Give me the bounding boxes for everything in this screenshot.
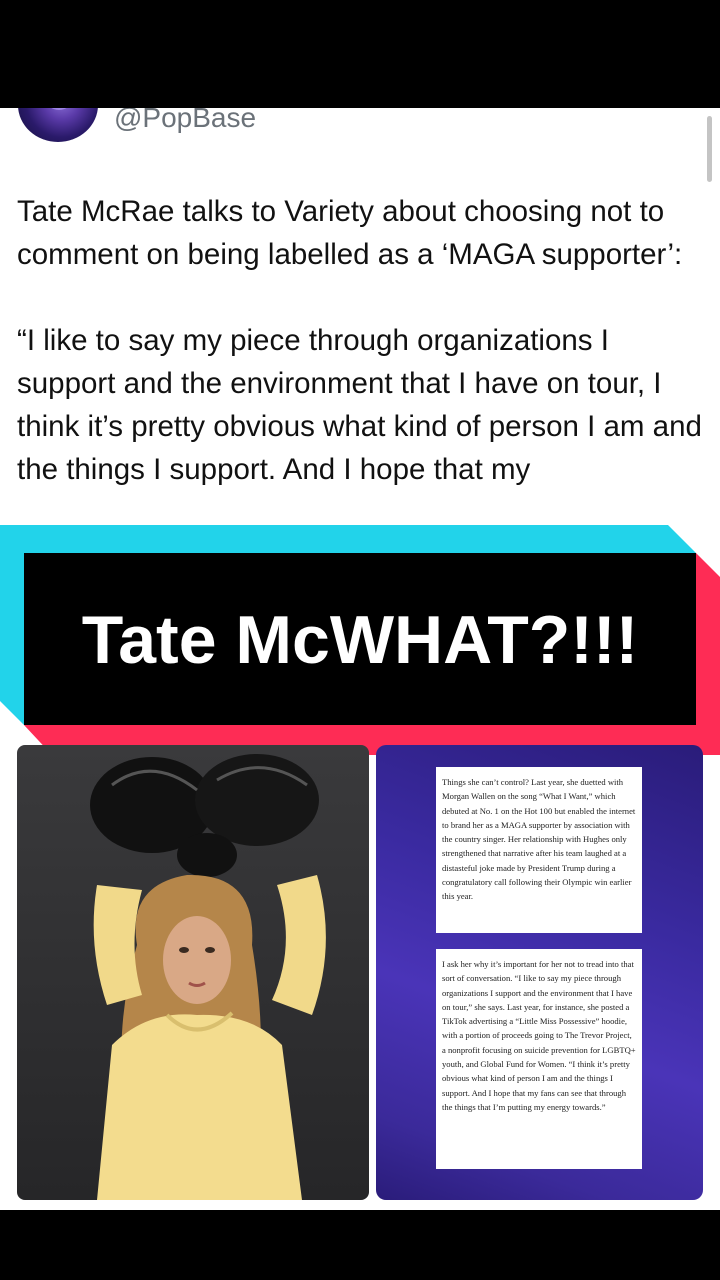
avatar-logo-icon xyxy=(46,108,72,110)
bottom-black-bar xyxy=(0,1210,720,1280)
caption-banner: Tate McWHAT?!!! xyxy=(0,525,720,755)
tweet-paragraph-2: “I like to say my piece through organiza… xyxy=(17,324,702,486)
article-excerpt-1: Things she can’t control? Last year, she… xyxy=(436,767,642,933)
top-black-bar xyxy=(0,0,720,108)
scrollbar[interactable] xyxy=(707,116,712,182)
tweet-paragraph-1: Tate McRae talks to Variety about choosi… xyxy=(17,195,683,271)
banner-title: Tate McWHAT?!!! xyxy=(81,602,639,678)
article-screenshot[interactable]: Things she can’t control? Last year, she… xyxy=(376,745,703,1200)
avatar[interactable] xyxy=(18,108,98,142)
tweet-text: Tate McRae talks to Variety about choosi… xyxy=(17,190,707,491)
article-excerpt-2: I ask her why it’s important for her not… xyxy=(436,949,642,1169)
portrait-illustration xyxy=(90,754,326,1200)
portrait-photo[interactable] xyxy=(17,745,369,1200)
tweet-handle[interactable]: @PopBase xyxy=(114,108,256,134)
